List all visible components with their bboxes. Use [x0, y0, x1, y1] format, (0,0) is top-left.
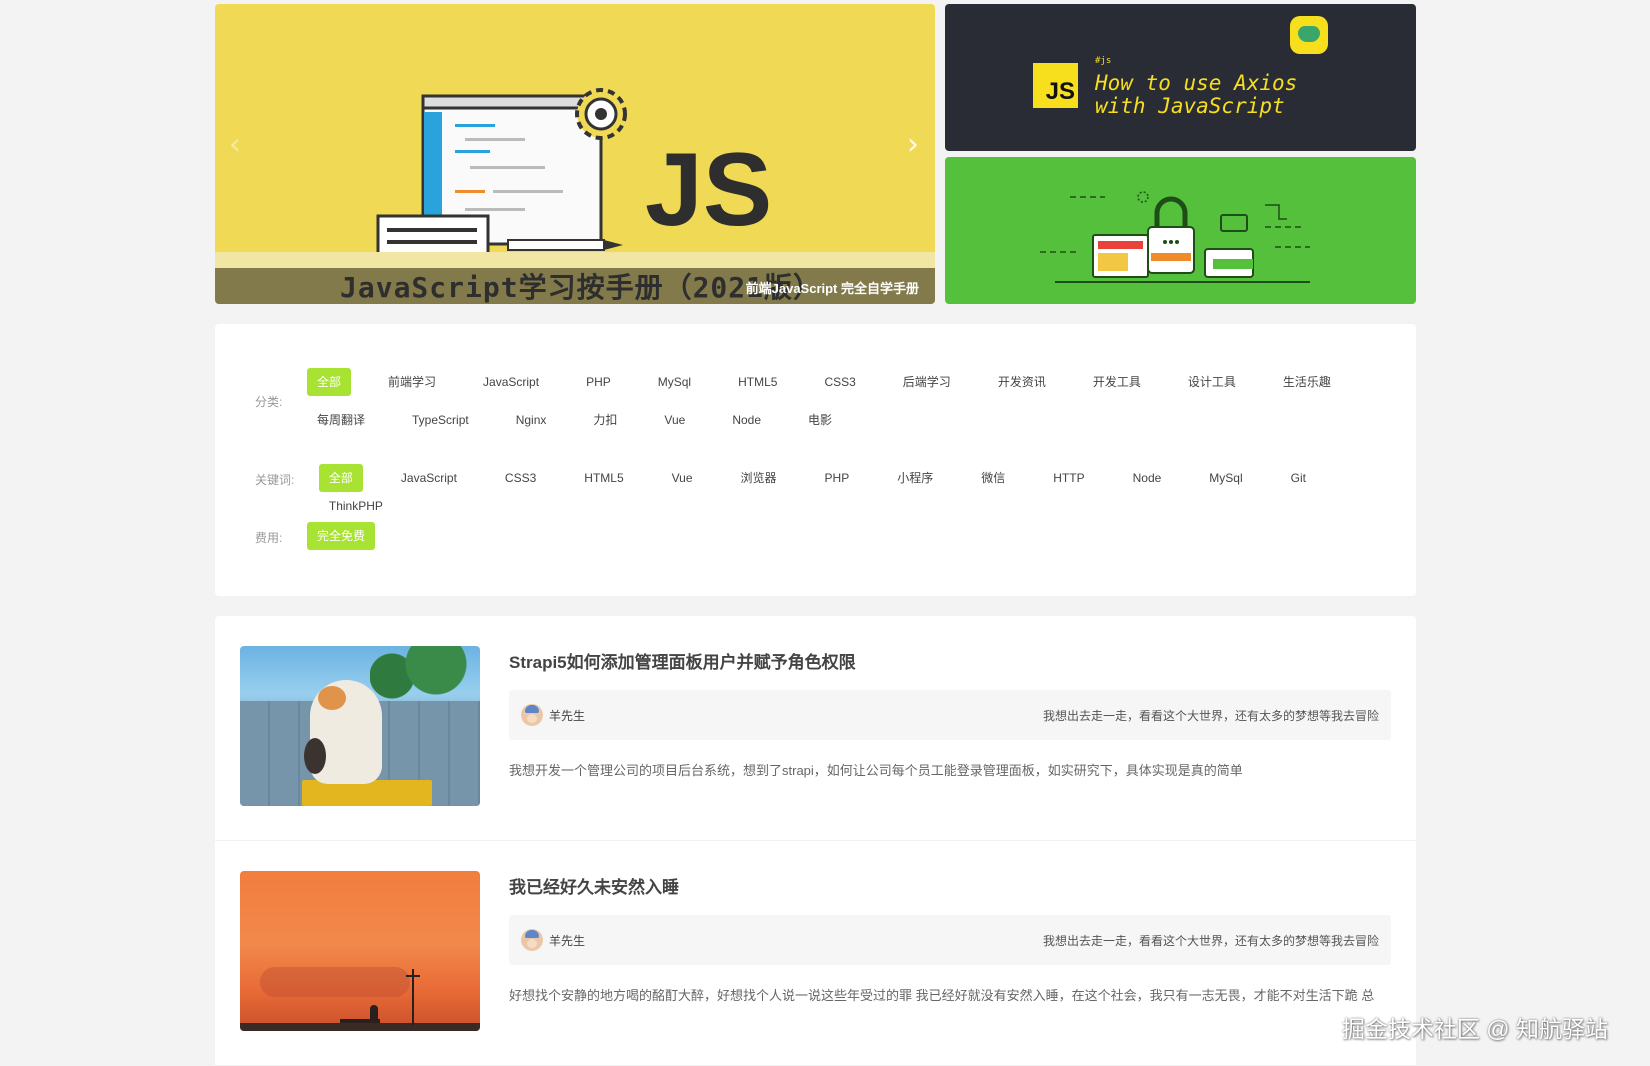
- js-logo-icon: JS: [1033, 63, 1078, 108]
- keyword-tag[interactable]: MySql: [1199, 464, 1252, 492]
- category-tag[interactable]: MySql: [648, 368, 701, 396]
- article-title[interactable]: Strapi5如何添加管理面板用户并赋予角色权限: [509, 648, 1391, 673]
- hero-carousel[interactable]: JS JavaScript学习按手册（2021版） 前端JavaScript 完…: [215, 4, 935, 304]
- banner-title-line2: with JavaScript: [1095, 94, 1285, 118]
- article-thumbnail[interactable]: [240, 646, 480, 806]
- category-tag[interactable]: 后端学习: [893, 368, 961, 396]
- mascot-icon: [1290, 16, 1328, 54]
- page-container: JS JavaScript学习按手册（2021版） 前端JavaScript 完…: [215, 4, 1416, 1066]
- keyword-tag[interactable]: 微信: [971, 464, 1015, 492]
- article-meta: 羊先生 我想出去走一走，看看这个大世界，还有太多的梦想等我去冒险: [509, 690, 1391, 740]
- axios-banner[interactable]: JS #js How to use Axios with JavaScript: [945, 4, 1416, 151]
- keyword-tag[interactable]: CSS3: [495, 464, 546, 492]
- category-tag[interactable]: 设计工具: [1178, 368, 1246, 396]
- article-body: 我已经好久未安然入睡 羊先生 我想出去走一走，看看这个大世界，还有太多的梦想等我…: [509, 871, 1391, 1031]
- fee-tag[interactable]: 完全免费: [307, 522, 376, 550]
- article-title[interactable]: 我已经好久未安然入睡: [509, 873, 1391, 898]
- category-tag[interactable]: 力扣: [583, 406, 627, 434]
- article-meta: 羊先生 我想出去走一走，看看这个大世界，还有太多的梦想等我去冒险: [509, 915, 1391, 965]
- category-label: 分类:: [255, 395, 283, 409]
- category-tags: 全部 前端学习 JavaScript PHP MySql HTML5 CSS3 后端学习 开发资…: [307, 368, 1397, 434]
- keyword-filter: 关键词: 全部 JavaScript CSS3 HTML5 Vue 浏览器 PHP 小程序 微信…: [255, 464, 1416, 520]
- keyword-tag[interactable]: HTML5: [574, 464, 633, 492]
- category-tag[interactable]: HTML5: [728, 368, 787, 396]
- chevron-left-icon[interactable]: ‹: [229, 130, 241, 160]
- category-tag[interactable]: 生活乐趣: [1273, 368, 1341, 396]
- avatar[interactable]: [521, 704, 543, 726]
- category-filter: 分类: 全部 前端学习 JavaScript PHP MySql HTML5 CSS3 后端学…: [255, 368, 1397, 434]
- category-tag[interactable]: 开发工具: [1083, 368, 1151, 396]
- watermark: 掘金技术社区 @ 知航驿站: [1341, 1016, 1608, 1042]
- chevron-right-icon[interactable]: ›: [907, 130, 919, 160]
- fee-filter: 费用: 完全免费: [255, 522, 376, 550]
- author-name[interactable]: 羊先生: [549, 707, 585, 724]
- article-thumbnail[interactable]: [240, 871, 480, 1031]
- category-tag[interactable]: Vue: [654, 406, 695, 434]
- keyword-tag[interactable]: 浏览器: [731, 464, 787, 492]
- category-tag[interactable]: JavaScript: [473, 368, 549, 396]
- category-tag[interactable]: 前端学习: [378, 368, 446, 396]
- category-tag[interactable]: CSS3: [814, 368, 865, 396]
- keyword-tag[interactable]: Vue: [662, 464, 703, 492]
- filter-panel: 分类: 全部 前端学习 JavaScript PHP MySql HTML5 CSS3 后端学…: [215, 324, 1416, 596]
- category-tag[interactable]: Nginx: [506, 406, 557, 434]
- article-body: Strapi5如何添加管理面板用户并赋予角色权限 羊先生 我想出去走一走，看看这…: [509, 646, 1391, 806]
- article-summary: 我想开发一个管理公司的项目后台系统，想到了strapi，如何让公司每个员工能登录…: [509, 763, 1243, 778]
- side-banners: JS #js How to use Axios with JavaScript: [945, 4, 1416, 304]
- category-tag[interactable]: TypeScript: [402, 406, 479, 434]
- keyword-label: 关键词:: [255, 473, 295, 487]
- keyword-tag[interactable]: 小程序: [887, 464, 943, 492]
- security-banner[interactable]: [945, 157, 1416, 304]
- keyword-tag[interactable]: 全部: [318, 464, 363, 492]
- category-tag[interactable]: Node: [722, 406, 771, 434]
- keyword-tag[interactable]: Git: [1281, 464, 1316, 492]
- banner-title-line1: How to use Axios: [1095, 71, 1298, 95]
- keyword-tag[interactable]: JavaScript: [391, 464, 467, 492]
- article-list: Strapi5如何添加管理面板用户并赋予角色权限 羊先生 我想出去走一走，看看这…: [215, 616, 1416, 1066]
- keyword-tag[interactable]: HTTP: [1043, 464, 1094, 492]
- js-mark: JS: [645, 132, 773, 248]
- category-tag[interactable]: 全部: [307, 368, 352, 396]
- category-tag[interactable]: 开发资讯: [988, 368, 1056, 396]
- author-motto: 我想出去走一走，看看这个大世界，还有太多的梦想等我去冒险: [1042, 708, 1379, 723]
- article-summary: 好想找个安静的地方喝的酩酊大醉，好想找个人说一说这些年受过的罪 我已经好就没有安…: [509, 988, 1375, 1003]
- author-motto: 我想出去走一走，看看这个大世界，还有太多的梦想等我去冒险: [1042, 933, 1379, 948]
- article-item: Strapi5如何添加管理面板用户并赋予角色权限 羊先生 我想出去走一走，看看这…: [215, 616, 1416, 841]
- banner-tag: #js: [1095, 56, 1112, 66]
- article-item: 我已经好久未安然入睡 羊先生 我想出去走一走，看看这个大世界，还有太多的梦想等我…: [215, 841, 1416, 1066]
- keyword-tag[interactable]: PHP: [815, 464, 860, 492]
- author-name[interactable]: 羊先生: [549, 932, 585, 949]
- category-tag[interactable]: PHP: [576, 368, 621, 396]
- fee-tags: 完全免费: [307, 522, 376, 550]
- banner-area: JS JavaScript学习按手册（2021版） 前端JavaScript 完…: [215, 4, 1416, 304]
- secure-shop-illustration: [1040, 191, 1310, 283]
- fee-label: 费用:: [255, 531, 283, 545]
- keyword-tag[interactable]: Node: [1123, 464, 1172, 492]
- avatar[interactable]: [521, 929, 543, 951]
- carousel-caption[interactable]: 前端JavaScript 完全自学手册: [746, 278, 919, 297]
- category-tag[interactable]: 每周翻译: [307, 406, 375, 434]
- keyword-tag[interactable]: ThinkPHP: [319, 492, 393, 520]
- keyword-tags: 全部 JavaScript CSS3 HTML5 Vue 浏览器 PHP 小程序 微信 HTTP N…: [318, 464, 1416, 520]
- category-tag[interactable]: 电影: [798, 406, 842, 434]
